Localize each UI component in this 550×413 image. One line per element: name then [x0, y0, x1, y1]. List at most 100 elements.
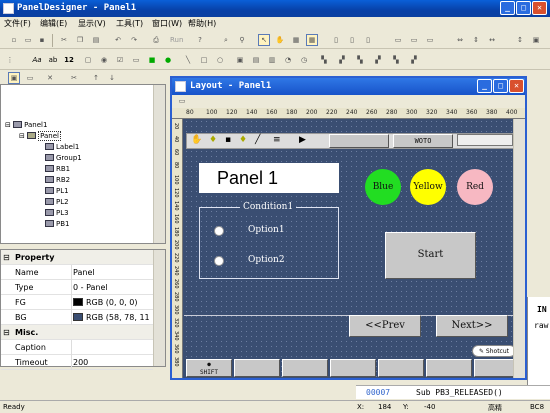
run-button[interactable]: Run [170, 36, 183, 44]
close-button[interactable]: ✕ [532, 1, 547, 15]
group-tool-icon[interactable]: ▢ [82, 54, 94, 66]
align-bottom-icon[interactable]: ▭ [424, 34, 436, 46]
option2-radio[interactable] [214, 256, 224, 266]
image-tool-icon[interactable]: ▣ [234, 54, 246, 66]
layout-page-icon[interactable]: ▭ [176, 95, 188, 107]
ungroup-objects-icon[interactable]: ▞ [372, 54, 384, 66]
minimize-button[interactable]: _ [500, 1, 515, 15]
ellipse-tool-icon[interactable]: ○ [214, 54, 226, 66]
tree-node-root[interactable]: ⊟ Panel1 [5, 121, 47, 129]
blue-lamp[interactable]: Blue [365, 169, 401, 205]
checkbox-tool-icon[interactable]: ☑ [114, 54, 126, 66]
unlock-icon[interactable]: ▞ [408, 54, 420, 66]
list-tool-icon[interactable]: ▤ [250, 54, 262, 66]
same-height-icon[interactable]: ↕ [514, 34, 526, 46]
next-button[interactable]: Next>> [436, 315, 508, 337]
prop-row-timeout[interactable]: Timeout 200 [1, 355, 153, 370]
group-objects-icon[interactable]: ▚ [354, 54, 366, 66]
lock-icon[interactable]: ▚ [390, 54, 402, 66]
prop-row-fg[interactable]: FG RGB (0, 0, 0) [1, 295, 153, 310]
tree-scrollbar[interactable] [153, 85, 165, 243]
move-up-icon[interactable]: ↑ [90, 72, 102, 84]
align-right-icon[interactable]: ▯ [362, 34, 374, 46]
prop-row-caption[interactable]: Caption [1, 340, 153, 355]
menu-file[interactable]: 文件(F) [4, 18, 31, 29]
undo-icon[interactable]: ↶ [112, 34, 124, 46]
line-tool-icon[interactable]: ╲ [182, 54, 194, 66]
menu-help[interactable]: 帮助(H) [188, 18, 216, 29]
label-tool-icon[interactable]: Aa [30, 54, 44, 66]
align-left-icon[interactable]: ▯ [330, 34, 342, 46]
print-icon[interactable]: ⎙ [150, 34, 162, 46]
search-icon[interactable]: ⚲ [236, 34, 248, 46]
panel-title-label[interactable]: Panel 1 [199, 163, 339, 193]
soft-button-3[interactable] [282, 359, 328, 377]
start-button[interactable]: Start [385, 232, 476, 279]
menu-tools[interactable]: 工具(T) [116, 18, 143, 29]
cut-icon[interactable]: ✂ [58, 34, 70, 46]
woto-button[interactable]: WOTO [393, 134, 453, 148]
save-icon[interactable]: ▪ [36, 34, 48, 46]
option1-radio[interactable] [214, 226, 224, 236]
layout-minimize-button[interactable]: _ [477, 79, 492, 93]
tree-delete-icon[interactable]: ✕ [44, 72, 56, 84]
tree-node-pl2[interactable]: PL2 [45, 198, 69, 206]
red-lamp[interactable]: Red [457, 169, 493, 205]
tree-node-panel[interactable]: ⊟ Panel [19, 131, 61, 141]
zoom-icon[interactable]: ⌕ [220, 34, 232, 46]
rect-tool-icon[interactable]: □ [198, 54, 210, 66]
send-back-icon[interactable]: ▞ [336, 54, 348, 66]
lamp-tool-icon[interactable]: ■ [146, 54, 158, 66]
tree-node-rb2[interactable]: RB2 [45, 176, 70, 184]
maximize-button[interactable]: □ [516, 1, 531, 15]
tree-node-pl1[interactable]: PL1 [45, 187, 69, 195]
same-width-icon[interactable]: ↔ [486, 34, 498, 46]
soft-button-4[interactable] [330, 359, 376, 377]
align-top-icon[interactable]: ▭ [392, 34, 404, 46]
layout-maximize-button[interactable]: □ [493, 79, 508, 93]
space-h-icon[interactable]: ⇔ [454, 34, 466, 46]
property-scrollbar[interactable] [153, 250, 165, 366]
tree-view-icon[interactable]: ▣ [8, 72, 20, 84]
pointer-icon[interactable]: ↖ [258, 34, 270, 46]
same-size-icon[interactable]: ▣ [530, 34, 542, 46]
button-tool-icon[interactable]: ▭ [130, 54, 142, 66]
copy-icon[interactable]: ❐ [74, 34, 86, 46]
prev-button[interactable]: <<Prev [349, 315, 421, 337]
align-middle-icon[interactable]: ▭ [408, 34, 420, 46]
layout-scrollbar[interactable] [513, 119, 525, 378]
layout-close-button[interactable]: ✕ [509, 79, 524, 93]
prop-row-name[interactable]: Name Panel [1, 265, 153, 280]
code-line[interactable]: 00007 Sub PB3_RELEASED() [356, 385, 550, 399]
help-icon[interactable]: ? [194, 34, 206, 46]
tree-cut-icon[interactable]: ✂ [68, 72, 80, 84]
space-v-icon[interactable]: ⇕ [470, 34, 482, 46]
grid-icon[interactable]: ▦ [290, 34, 302, 46]
hand-icon[interactable]: ✋ [274, 34, 286, 46]
radio-tool-icon[interactable]: ◉ [98, 54, 110, 66]
meter-tool-icon[interactable]: ◔ [282, 54, 294, 66]
soft-button-7[interactable] [474, 359, 516, 377]
tree-node-rb1[interactable]: RB1 [45, 165, 70, 173]
panel-canvas[interactable]: ✋ ♦ ▪ ♦ ╱ ≡ ▶ WOTO Panel 1 Blue Yellow R… [184, 119, 518, 378]
strip-blank-button[interactable] [329, 134, 389, 148]
new-file-icon[interactable]: ▫ [8, 34, 20, 46]
tree-page-icon[interactable]: ▭ [24, 72, 36, 84]
textbox-tool-icon[interactable]: ab [46, 54, 60, 66]
soft-button-5[interactable] [378, 359, 424, 377]
prop-row-bg[interactable]: BG RGB (58, 78, 11 [1, 310, 153, 325]
tree-node-pb1[interactable]: PB1 [45, 220, 69, 228]
tree-node-group1[interactable]: Group1 [45, 154, 82, 162]
bring-front-icon[interactable]: ▚ [318, 54, 330, 66]
timer-tool-icon[interactable]: ◷ [298, 54, 310, 66]
condition-group[interactable]: Condition1 Option1 Option2 [199, 202, 339, 279]
menu-edit[interactable]: 编辑(E) [40, 18, 67, 29]
yellow-lamp[interactable]: Yellow [410, 169, 446, 205]
strip-slider[interactable] [457, 134, 513, 146]
prop-row-type[interactable]: Type 0 - Panel [1, 280, 153, 295]
soft-button-2[interactable] [234, 359, 280, 377]
round-lamp-tool-icon[interactable]: ● [162, 54, 174, 66]
align-center-icon[interactable]: ▯ [346, 34, 358, 46]
tree-node-label1[interactable]: Label1 [45, 143, 79, 151]
open-folder-icon[interactable]: ▭ [22, 34, 34, 46]
